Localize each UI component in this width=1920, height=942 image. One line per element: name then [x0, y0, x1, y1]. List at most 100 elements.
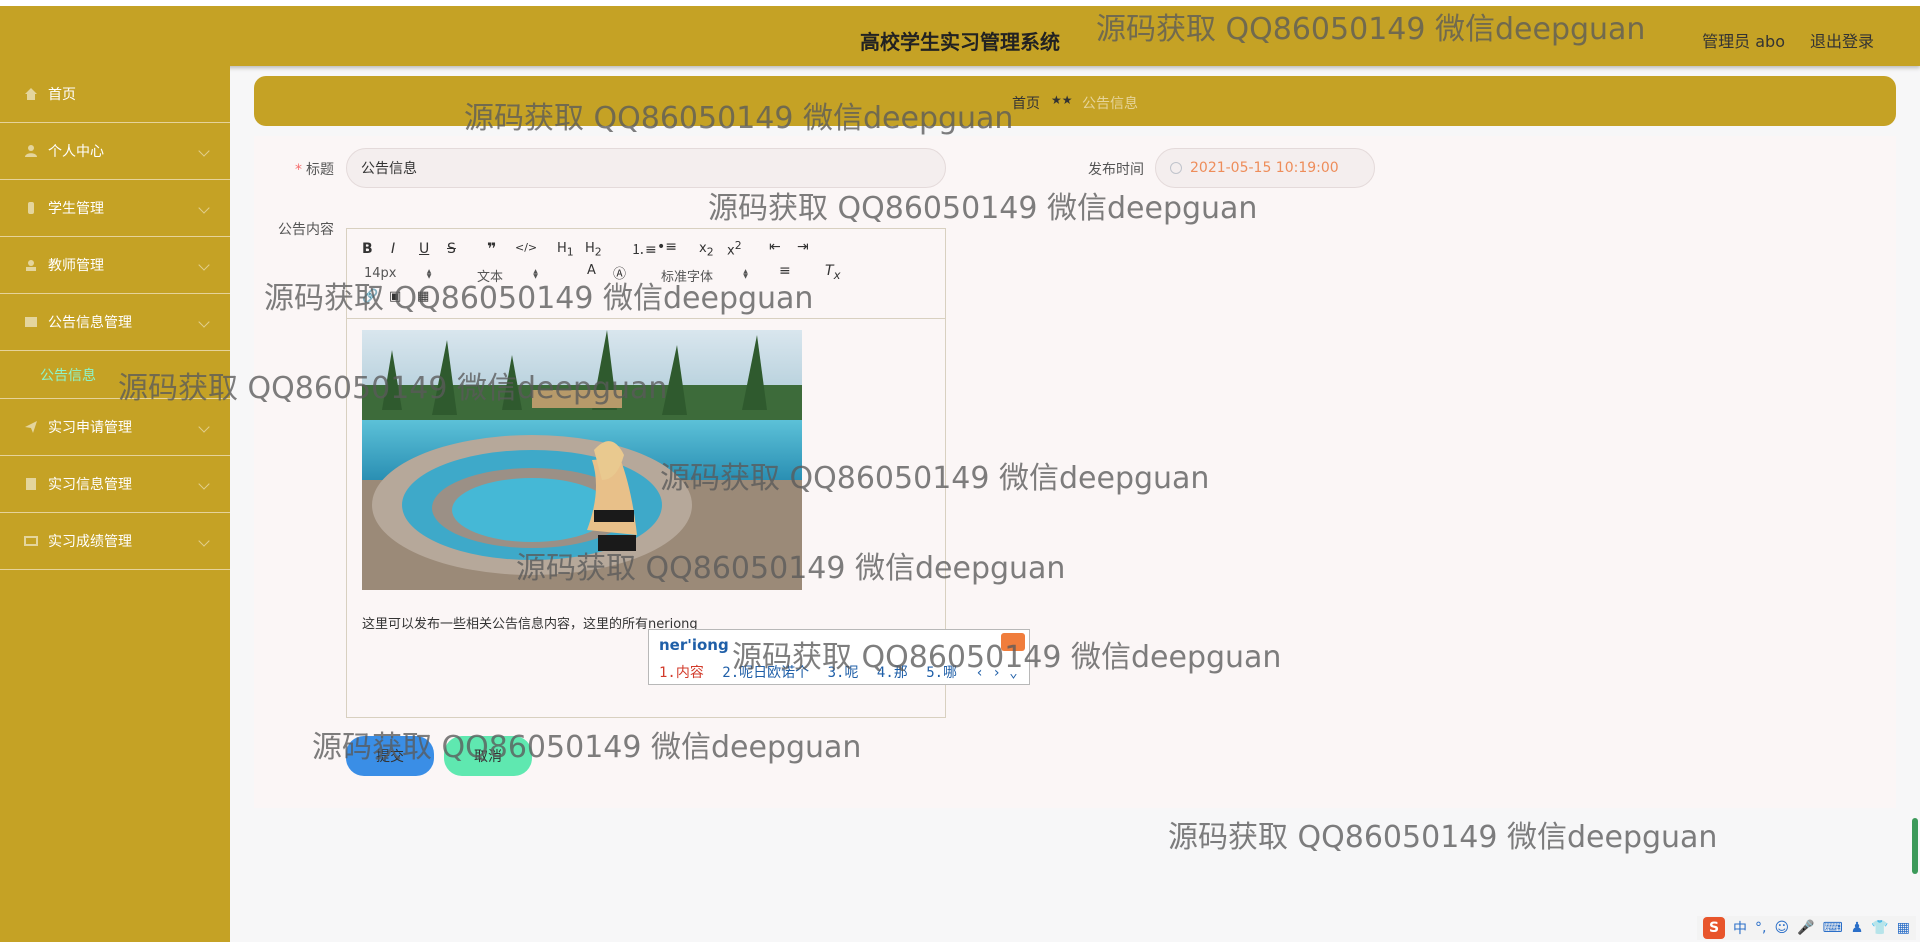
send-icon	[25, 421, 37, 433]
image-icon[interactable]: ▣	[389, 289, 401, 304]
sidebar-item-label: 个人中心	[48, 144, 104, 160]
current-user[interactable]: 管理员 abo	[1702, 28, 1785, 52]
blockquote-icon[interactable]: ❞	[487, 239, 496, 258]
ime-candidates: 1.内容 2.呢日欧诺个 3.呢 4.那 5.哪 ‹ › ⌄	[659, 662, 1028, 682]
font-size-select[interactable]: 14px	[364, 266, 431, 281]
chevron-up-icon	[198, 316, 210, 328]
chevron-down-icon	[198, 535, 210, 547]
ime-candidate[interactable]: 5.哪	[926, 665, 957, 681]
sidebar-item-internship-info[interactable]: 实习信息管理	[0, 456, 230, 513]
superscript-icon[interactable]: x2	[727, 239, 742, 258]
ime-status-tray: S 中 °, ☺ 🎤 ⌨ ♟ 👕 ▦	[1697, 916, 1916, 940]
sidebar-item-label: 学生管理	[48, 201, 104, 217]
video-icon[interactable]: ▦	[417, 289, 429, 304]
ime-pinyin: ner'iong	[659, 636, 729, 654]
cancel-button[interactable]: 取消	[444, 736, 532, 776]
editor-toolbar: B I U S ❞ </> H1 H2 ⒈≡ •≡ x2 x2 ⇤ ⇥ 14px…	[347, 229, 945, 319]
pool-photo	[362, 330, 802, 590]
sidebar-item-label: 实习信息管理	[48, 477, 132, 493]
keyboard-icon[interactable]: ⌨	[1823, 920, 1843, 936]
sidebar-item-notice-management[interactable]: 公告信息管理	[0, 294, 230, 351]
title-label: * 标题	[295, 162, 334, 178]
sidebar-item-label: 实习成绩管理	[48, 534, 132, 550]
ime-language-indicator[interactable]: 中	[1733, 918, 1747, 938]
editor-body-content: 这里可以发布一些相关公告信息内容，这里的所有	[362, 617, 649, 632]
sidebar-item-internship-grades[interactable]: 实习成绩管理	[0, 513, 230, 570]
clock-icon	[1170, 162, 1182, 174]
ime-candidate[interactable]: 2.呢日欧诺个	[722, 665, 809, 681]
ime-nav-icon[interactable]: ‹ › ⌄	[975, 665, 1017, 681]
sidebar: 首页 个人中心 学生管理 教师管理 公告信息管理 公告信息 实习申请管理 实习信…	[0, 66, 230, 942]
toolbox-icon[interactable]: ▦	[1897, 920, 1910, 936]
teacher-icon	[26, 260, 36, 271]
italic-icon[interactable]: I	[391, 241, 395, 257]
outdent-icon[interactable]: ⇤	[769, 239, 781, 255]
subscript-icon[interactable]: x2	[699, 241, 714, 259]
logout-link[interactable]: 退出登录	[1810, 28, 1874, 52]
page-scrollbar-thumb[interactable]	[1912, 818, 1918, 874]
sidebar-item-label: 公告信息管理	[48, 315, 132, 331]
strikethrough-icon[interactable]: S	[447, 241, 456, 257]
content-label: 公告内容	[278, 222, 334, 238]
shirt-icon[interactable]: 👕	[1871, 920, 1888, 936]
code-icon[interactable]: </>	[515, 241, 537, 254]
clear-format-icon[interactable]: Tx	[825, 263, 840, 282]
chevron-down-icon	[198, 259, 210, 271]
ime-candidate-window: ner'iong 1.内容 2.呢日欧诺个 3.呢 4.那 5.哪 ‹ › ⌄	[648, 629, 1030, 685]
sidebar-item-teachers[interactable]: 教师管理	[0, 237, 230, 294]
sidebar-item-internship-apply[interactable]: 实习申请管理	[0, 399, 230, 456]
sidebar-item-label: 首页	[48, 87, 76, 103]
ime-candidate[interactable]: 1.内容	[659, 665, 704, 681]
bold-icon[interactable]: B	[362, 241, 373, 257]
breadcrumb-current: 公告信息	[1082, 96, 1138, 112]
align-icon[interactable]: ≡	[779, 263, 791, 279]
sidebar-item-label: 教师管理	[48, 258, 104, 274]
breadcrumb-home[interactable]: 首页	[1012, 93, 1040, 113]
doc-icon	[26, 478, 36, 490]
sidebar-item-students[interactable]: 学生管理	[0, 180, 230, 237]
app-title: 高校学生实习管理系统	[860, 30, 1060, 54]
font-family-select[interactable]: 标准字体	[661, 266, 749, 285]
notice-icon	[25, 317, 37, 327]
chevron-down-icon	[198, 478, 210, 490]
chevron-down-icon	[198, 202, 210, 214]
heading1-icon[interactable]: H1	[557, 241, 574, 259]
breadcrumb: 首页 ★★ 公告信息	[254, 76, 1896, 126]
sidebar-item-home[interactable]: 首页	[0, 66, 230, 123]
publish-time-value: 2021-05-15 10:19:00	[1190, 160, 1339, 176]
bullet-list-icon[interactable]: •≡	[657, 239, 677, 255]
link-icon[interactable]: 🔗	[362, 289, 378, 304]
pool-photo-illustration	[362, 330, 802, 590]
watermark: 源码获取 QQ86050149 微信deepguan	[1168, 820, 1718, 855]
emoji-icon[interactable]: ☺	[1775, 920, 1790, 936]
publish-time-input[interactable]: 2021-05-15 10:19:00	[1155, 148, 1375, 188]
text-style-select[interactable]: 文本	[477, 266, 539, 285]
top-header: 高校学生实习管理系统 管理员 abo 退出登录	[0, 0, 1920, 66]
grade-icon	[24, 536, 38, 546]
punctuation-icon[interactable]: °,	[1755, 920, 1766, 936]
sidebar-subitem-notice[interactable]: 公告信息	[0, 351, 230, 399]
home-icon	[25, 88, 37, 100]
underline-icon[interactable]: U	[419, 241, 429, 257]
chevron-down-icon	[198, 421, 210, 433]
heading2-icon[interactable]: H2	[585, 241, 602, 259]
ime-candidate[interactable]: 4.那	[877, 665, 908, 681]
sogou-tray-icon[interactable]: S	[1703, 917, 1726, 939]
sidebar-item-profile[interactable]: 个人中心	[0, 123, 230, 180]
breadcrumb-separator: ★★	[1051, 93, 1073, 107]
indent-icon[interactable]: ⇥	[797, 239, 809, 255]
chevron-down-icon	[198, 145, 210, 157]
submit-button[interactable]: 提交	[346, 736, 434, 776]
title-input[interactable]: 公告信息	[346, 148, 946, 188]
ime-candidate[interactable]: 3.呢	[828, 665, 859, 681]
publish-time-label: 发布时间	[1088, 162, 1144, 178]
skin-icon[interactable]: ♟	[1851, 920, 1864, 936]
microphone-icon[interactable]: 🎤	[1797, 920, 1814, 936]
student-icon	[28, 202, 34, 214]
sogou-logo-icon	[1001, 633, 1025, 651]
ordered-list-icon[interactable]: ⒈≡	[631, 239, 657, 259]
font-color-icon[interactable]: A	[587, 263, 596, 278]
background-color-icon[interactable]: Ⓐ	[613, 263, 626, 282]
user-icon	[25, 145, 37, 157]
sidebar-item-label: 实习申请管理	[48, 420, 132, 436]
